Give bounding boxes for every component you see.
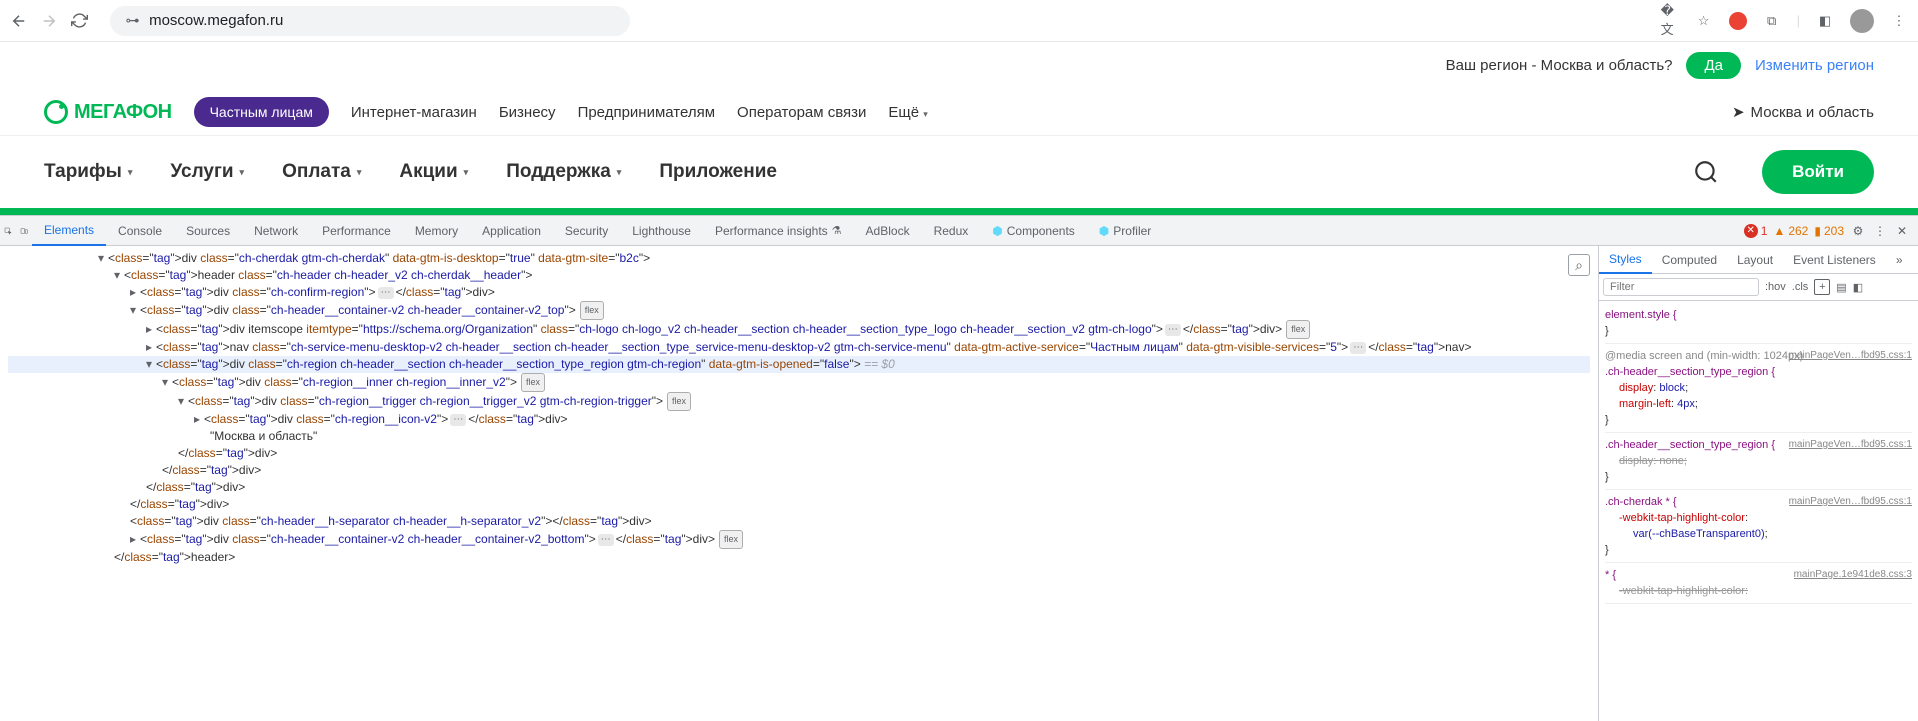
- logo-icon: [44, 100, 68, 124]
- tab-components[interactable]: ⬢ Components: [980, 216, 1087, 246]
- forward-button[interactable]: [40, 12, 58, 30]
- nav-operators[interactable]: Операторам связи: [737, 104, 866, 121]
- url-bar[interactable]: ⊶: [110, 6, 630, 36]
- extension-opera-icon[interactable]: [1729, 12, 1747, 30]
- inspect-tool[interactable]: [0, 223, 16, 239]
- search-button[interactable]: [1688, 154, 1724, 190]
- reload-button[interactable]: [70, 12, 88, 30]
- device-css-icon[interactable]: ◧: [1853, 281, 1863, 294]
- site-info-icon[interactable]: ⊶: [124, 12, 141, 30]
- nav-services[interactable]: Услуги▾: [170, 161, 244, 183]
- nav-payment[interactable]: Оплата▾: [282, 161, 361, 183]
- browser-toolbar: ⊶ �文 ☆ ⧉ | ◧ ⋮: [0, 0, 1918, 42]
- more-tools-icon[interactable]: ⋮: [1872, 223, 1888, 239]
- nav-support[interactable]: Поддержка▾: [506, 161, 621, 183]
- accessibility-toggle[interactable]: ⌕: [1568, 254, 1590, 276]
- cls-toggle[interactable]: .cls: [1792, 281, 1809, 293]
- device-toolbar[interactable]: [16, 223, 32, 239]
- sp-tab-layout[interactable]: Layout: [1727, 246, 1783, 274]
- tab-adblock[interactable]: AdBlock: [854, 216, 922, 246]
- tab-memory[interactable]: Memory: [403, 216, 470, 246]
- nav-entrepreneur[interactable]: Предпринимателям: [578, 104, 715, 121]
- tab-network[interactable]: Network: [242, 216, 310, 246]
- url-input[interactable]: [149, 12, 616, 29]
- sp-tab-listeners[interactable]: Event Listeners: [1783, 246, 1886, 274]
- login-button[interactable]: Войти: [1762, 150, 1874, 194]
- tab-lighthouse[interactable]: Lighthouse: [620, 216, 703, 246]
- tab-application[interactable]: Application: [470, 216, 553, 246]
- issues-count[interactable]: ▮203: [1814, 224, 1844, 238]
- change-region-link[interactable]: Изменить регион: [1755, 57, 1874, 74]
- translate-icon[interactable]: �文: [1661, 12, 1679, 30]
- extensions-icon[interactable]: ⧉: [1763, 12, 1781, 30]
- nav-app[interactable]: Приложение: [659, 161, 777, 183]
- tab-sources[interactable]: Sources: [174, 216, 242, 246]
- nav-tariffs[interactable]: Тарифы▾: [44, 161, 132, 183]
- warning-count[interactable]: ▲262: [1773, 224, 1808, 238]
- devtools: Elements Console Sources Network Perform…: [0, 215, 1918, 721]
- tab-profiler[interactable]: ⬢ Profiler: [1087, 216, 1164, 246]
- styles-panel: Styles Computed Layout Event Listeners »…: [1598, 246, 1918, 721]
- nav-shop[interactable]: Интернет-магазин: [351, 104, 477, 121]
- tab-security[interactable]: Security: [553, 216, 620, 246]
- logo[interactable]: МЕГАФОН: [44, 100, 172, 124]
- settings-icon[interactable]: ⚙: [1850, 223, 1866, 239]
- nav-business[interactable]: Бизнесу: [499, 104, 556, 121]
- devtools-tabs: Elements Console Sources Network Perform…: [0, 216, 1918, 246]
- computed-toggle-icon[interactable]: ▤: [1836, 281, 1846, 294]
- dom-tree[interactable]: ⌕ ▾<class="tag">div class="ch-cherdak gt…: [0, 246, 1598, 721]
- tab-redux[interactable]: Redux: [922, 216, 981, 246]
- main-nav: Тарифы▾ Услуги▾ Оплата▾ Акции▾ Поддержка…: [0, 136, 1918, 208]
- sp-tab-more[interactable]: »: [1886, 246, 1913, 274]
- profile-avatar[interactable]: [1850, 9, 1874, 33]
- error-count[interactable]: ✕1: [1744, 224, 1768, 238]
- sp-tab-computed[interactable]: Computed: [1652, 246, 1727, 274]
- site-top-header: МЕГАФОН Частным лицам Интернет-магазин Б…: [0, 89, 1918, 136]
- close-devtools[interactable]: ✕: [1894, 223, 1910, 239]
- nav-more[interactable]: Ещё ▾: [888, 104, 927, 121]
- accent-bar: [0, 208, 1918, 215]
- tab-insights[interactable]: Performance insights ⚗: [703, 216, 854, 246]
- nav-promo[interactable]: Акции▾: [399, 161, 468, 183]
- browser-menu-icon[interactable]: ⋮: [1890, 12, 1908, 30]
- region-question: Ваш регион - Москва и область?: [1446, 57, 1673, 74]
- side-panel-icon[interactable]: ◧: [1816, 12, 1834, 30]
- tab-console[interactable]: Console: [106, 216, 174, 246]
- styles-filter[interactable]: [1603, 278, 1759, 296]
- tab-elements[interactable]: Elements: [32, 216, 106, 246]
- styles-rules[interactable]: element.style {} @media screen and (min-…: [1599, 301, 1918, 721]
- confirm-yes-button[interactable]: Да: [1686, 52, 1741, 79]
- confirm-region-bar: Ваш регион - Москва и область? Да Измени…: [0, 42, 1918, 89]
- region-display[interactable]: ➤ Москва и область: [1732, 103, 1874, 121]
- bookmark-icon[interactable]: ☆: [1695, 12, 1713, 30]
- tab-performance[interactable]: Performance: [310, 216, 403, 246]
- sp-tab-styles[interactable]: Styles: [1599, 246, 1652, 274]
- new-rule-button[interactable]: +: [1814, 279, 1830, 295]
- hov-toggle[interactable]: :hov: [1765, 281, 1786, 293]
- location-icon: ➤: [1732, 103, 1745, 121]
- back-button[interactable]: [10, 12, 28, 30]
- nav-personal[interactable]: Частным лицам: [194, 97, 329, 127]
